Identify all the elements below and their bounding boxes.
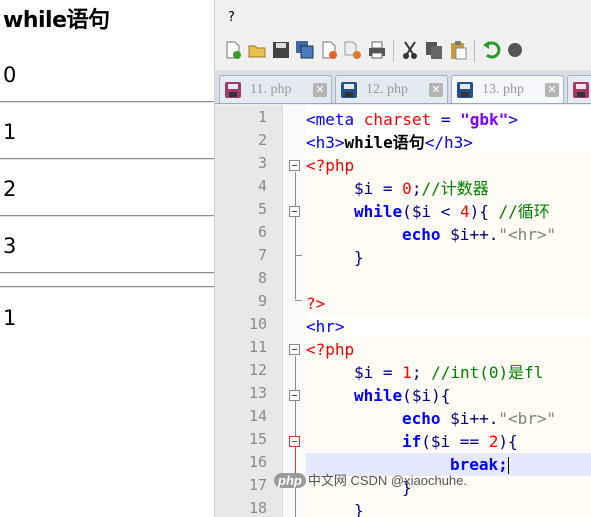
save-all-icon[interactable] [295,40,315,60]
horizontal-rule [0,158,214,160]
tab-12-php[interactable]: 12. php ✕ [335,75,448,103]
line-number: 18 [248,499,267,517]
fold-toggle[interactable] [289,160,300,171]
line-number: 1 [257,108,267,126]
output-heading: while语句 [3,8,110,33]
code-line-9: ?> [306,294,326,313]
code-line-1: <meta charset = "gbk"> [306,110,518,129]
line-number: 8 [257,269,267,287]
open-folder-icon[interactable] [247,40,267,60]
unsaved-disk-icon [225,82,241,98]
browser-output-pane: while语句 0 1 2 3 1 [0,0,214,517]
output-line: 3 [3,234,17,258]
cut-icon[interactable] [400,40,420,60]
horizontal-rule [0,215,214,217]
line-number: 13 [248,384,267,402]
code-line-13: while($i){ [354,386,451,405]
toolbar-separator [393,40,394,62]
toolbar [215,34,591,70]
code-line-14: echo $i++."<br>" [402,409,557,428]
copy-icon[interactable] [424,40,444,60]
tab-11-php[interactable]: 11. php ✕ [219,75,332,103]
tab-close-icon[interactable]: ✕ [429,83,443,97]
menu-bar: ? [215,0,591,34]
horizontal-rule [0,272,214,274]
toolbar-separator [474,40,475,62]
line-number: 17 [248,476,267,494]
saved-disk-icon [341,82,357,98]
unsaved-disk-icon [573,82,589,98]
line-number: 12 [248,361,267,379]
code-line-11: <?php [306,340,355,359]
tab-close-icon[interactable]: ✕ [313,83,327,97]
fold-toggle[interactable] [289,344,300,355]
tab-label: 12. php [366,82,408,97]
redo-icon[interactable] [505,40,525,60]
line-number: 2 [257,131,267,149]
line-number: 4 [257,177,267,195]
line-number: 15 [248,430,267,448]
line-number: 14 [248,407,267,425]
line-number: 16 [248,453,267,471]
line-number: 6 [257,223,267,241]
code-editor-window: ? 11. php ✕ 12. php ✕ 13. php ✕ 1 2 3 4 … [214,0,591,517]
text-cursor [507,457,509,474]
tab-13-php[interactable]: 13. php ✕ [451,75,564,103]
undo-icon[interactable] [481,40,501,60]
line-number: 7 [257,246,267,264]
horizontal-rule [0,101,214,103]
line-number: 9 [257,292,267,310]
fold-toggle[interactable] [289,206,300,217]
output-line: 1 [3,120,17,144]
save-icon[interactable] [271,40,291,60]
print-icon[interactable] [367,40,387,60]
tab-close-icon[interactable]: ✕ [545,83,559,97]
fold-guide [295,172,296,299]
code-area[interactable]: 1 2 3 4 5 6 7 8 9 10 11 12 13 14 15 16 17 18 <meta charse… [215,105,591,517]
line-number: 5 [257,200,267,218]
tab-label: 11. php [250,82,292,97]
horizontal-rule [0,286,214,288]
code-line-7: } [354,248,364,267]
code-line-18: } [354,501,364,517]
fold-guide-end [295,255,302,256]
fold-toggle[interactable] [289,390,300,401]
watermark: php 中文网 CSDN @xiaochuhe. [274,470,467,489]
code-line-12: $i = 1; //int(0)是fl [354,363,544,382]
output-line: 0 [3,63,17,87]
tab-label: 13. php [482,82,524,97]
tab-overflow[interactable] [567,75,591,103]
close-all-icon[interactable] [343,40,363,60]
code-line-10: <hr> [306,317,345,336]
code-line-15: if($i == 2){ [402,432,518,451]
new-file-icon[interactable] [223,40,243,60]
line-number: 11 [248,338,267,356]
output-line: 1 [3,306,17,330]
code-line-2: <h3>while语句</h3> [306,133,473,152]
code-line-5: while($i < 4){ //循环 [354,202,550,221]
code-line-4: $i = 0;//计数器 [354,179,489,198]
saved-disk-icon [457,82,473,98]
fold-toggle[interactable] [289,436,300,447]
paste-icon[interactable] [448,40,468,60]
fold-guide-end [295,300,302,301]
code-line-6: echo $i++."<hr>" [402,225,557,244]
php-logo: php [274,473,306,488]
code-line-3: <?php [306,156,355,175]
line-number: 3 [257,154,267,172]
close-file-icon[interactable] [319,40,339,60]
menu-help[interactable]: ? [228,10,235,25]
file-tab-bar: 11. php ✕ 12. php ✕ 13. php ✕ [215,70,591,104]
output-line: 2 [3,177,17,201]
line-number: 10 [248,315,267,333]
